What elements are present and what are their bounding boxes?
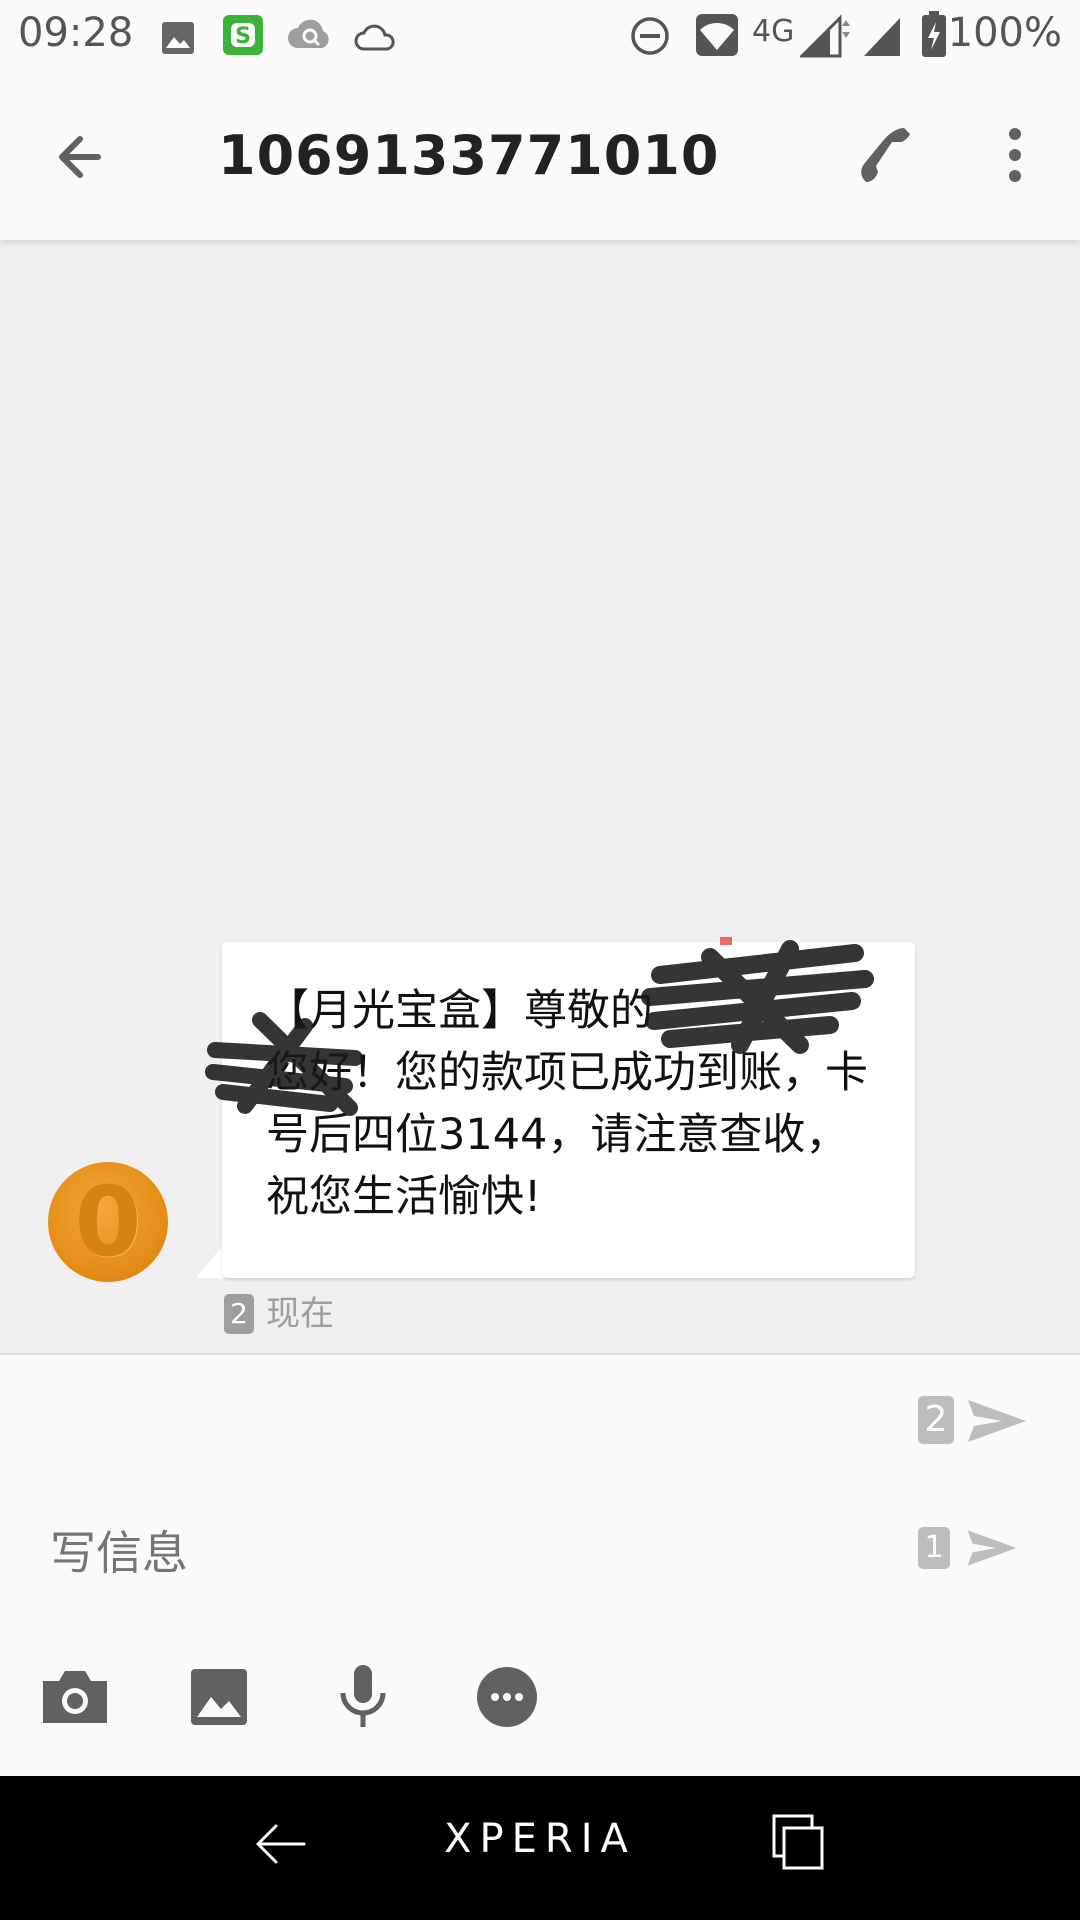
more-attachments-icon[interactable] [467,1657,547,1737]
send-icon [967,1530,1017,1566]
composer-panel: 2 1 [0,1353,1080,1778]
back-arrow-icon[interactable] [48,122,118,192]
status-bar: 09:28 S 4G 100% [0,0,1080,72]
contact-avatar[interactable]: 0 [48,1162,168,1282]
battery-charging-icon [922,11,946,57]
do-not-disturb-icon [631,17,669,55]
gallery-notification-icon [162,22,194,54]
message-time: 现在 [266,1294,334,1334]
more-options-icon[interactable] [990,120,1040,190]
phone-call-icon[interactable] [852,120,922,190]
status-time: 09:28 [18,10,134,56]
system-nav-bar: XPERIA [0,1776,1080,1920]
network-type: 4G [752,14,795,49]
brand-logo[interactable]: XPERIA [0,1816,1080,1862]
svg-text:S: S [235,24,251,49]
send-icon [968,1400,1026,1442]
battery-percent: 100% [947,10,1062,56]
sim-badge: 2 [224,1294,254,1334]
gallery-icon[interactable] [179,1657,259,1737]
wifi-icon [696,14,738,56]
signal-sim2-icon [864,18,900,56]
microphone-icon[interactable] [323,1657,403,1737]
send-sim-badge: 1 [918,1527,950,1569]
camera-icon[interactable] [35,1657,115,1737]
redaction-scribble [641,937,874,1054]
app-bar: 1069133771010 [0,72,1080,240]
cloud-icon [354,24,395,51]
message-input[interactable] [48,1517,872,1589]
cloud-search-icon [288,19,329,48]
bubble-tail [196,1244,224,1278]
redaction-scribble [205,1012,363,1116]
avatar-letter: 0 [74,1166,142,1278]
conversation-title: 1069133771010 [218,124,720,187]
signal-sim1-icon [800,14,850,58]
send-sim-badge: 2 [918,1396,954,1444]
app-s-notification-icon: S [223,15,263,55]
nav-recents-icon[interactable] [772,1814,824,1870]
